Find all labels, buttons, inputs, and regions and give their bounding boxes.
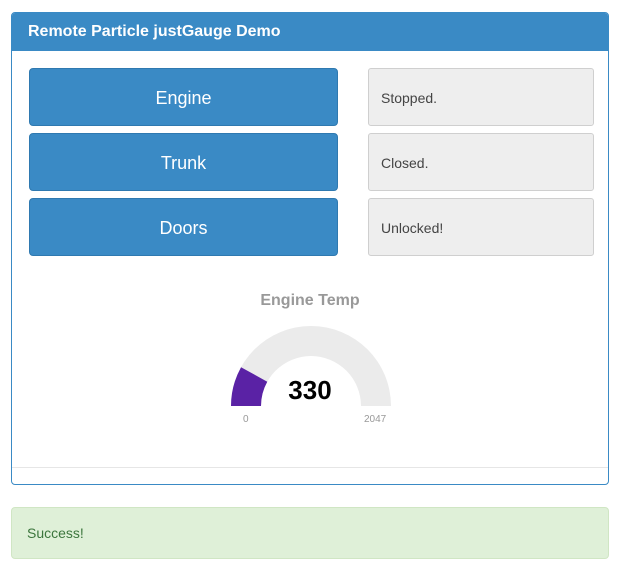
gauge-min-label: 0 — [243, 414, 249, 425]
gauge-max-label: 2047 — [364, 414, 387, 425]
gauge-value: 330 — [288, 375, 332, 405]
engine-status: Stopped. — [368, 68, 594, 126]
doors-button[interactable]: Doors — [29, 198, 338, 256]
gauge-title: Engine Temp — [260, 292, 360, 309]
success-alert: Success! — [11, 507, 609, 559]
panel-title: Remote Particle justGauge Demo — [12, 13, 608, 51]
main-panel: Remote Particle justGauge Demo Engine St… — [11, 12, 609, 485]
doors-status: Unlocked! — [368, 198, 594, 256]
trunk-button[interactable]: Trunk — [29, 133, 338, 191]
trunk-status: Closed. — [368, 133, 594, 191]
panel-footer — [12, 467, 608, 468]
engine-button[interactable]: Engine — [29, 68, 338, 126]
